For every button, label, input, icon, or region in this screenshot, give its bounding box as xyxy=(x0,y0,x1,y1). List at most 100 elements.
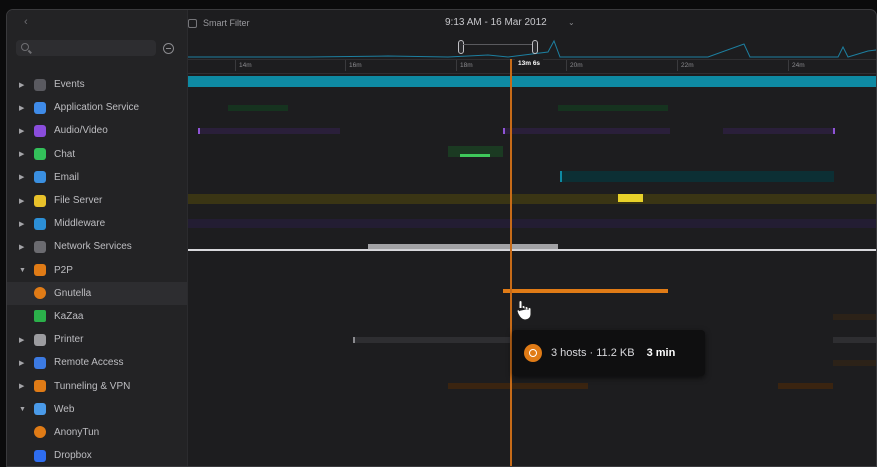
disclosure-arrow-icon[interactable]: ▶ xyxy=(19,336,29,344)
disclosure-arrow-icon[interactable]: ▶ xyxy=(19,104,29,112)
activity-bar[interactable] xyxy=(448,383,588,390)
smart-filter-toggle[interactable]: Smart Filter xyxy=(188,18,250,28)
sidebar-item-email[interactable]: ▶ Email xyxy=(7,166,187,189)
sidebar-item-label: Tunneling & VPN xyxy=(54,380,131,392)
disclosure-arrow-icon[interactable]: ▶ xyxy=(19,127,29,135)
disclosure-arrow-icon[interactable]: ▶ xyxy=(19,173,29,181)
sidebar-item-anonytun[interactable]: AnonyTun xyxy=(7,421,187,444)
disclosure-arrow-icon[interactable]: ▶ xyxy=(19,197,29,205)
sidebar-item-events[interactable]: ▶ Events xyxy=(7,73,187,96)
sidebar-item-application-service[interactable]: ▶ Application Service xyxy=(7,96,187,119)
lane-middleware[interactable] xyxy=(188,212,876,235)
sidebar-item-p2p[interactable]: ▼ P2P xyxy=(7,259,187,282)
activity-bar[interactable] xyxy=(188,76,876,87)
activity-bar[interactable] xyxy=(368,244,558,251)
disclosure-arrow-icon[interactable]: ▶ xyxy=(19,359,29,367)
sidebar-item-label: AnonyTun xyxy=(54,426,100,438)
activity-bar[interactable] xyxy=(460,153,490,157)
lane-network-services[interactable] xyxy=(188,235,876,258)
lane-chat[interactable] xyxy=(188,143,876,166)
category-tree: ▶ Events ▶ Application Service ▶ Audio/V… xyxy=(7,73,187,466)
smart-filter-checkbox[interactable] xyxy=(188,18,197,28)
search-input[interactable] xyxy=(16,40,156,56)
ruler-tick: 14m xyxy=(235,60,252,71)
disclosure-arrow-down-icon[interactable]: ▼ xyxy=(19,267,29,274)
lane-tunneling-vpn[interactable] xyxy=(188,374,876,397)
chat-icon xyxy=(34,148,46,161)
activity-bar[interactable] xyxy=(723,128,835,135)
back-icon[interactable]: ‹ xyxy=(24,16,28,28)
sidebar-item-label: Application Service xyxy=(54,102,140,114)
disclosure-arrow-icon[interactable]: ▶ xyxy=(19,220,29,228)
mouse-pointer-icon xyxy=(516,300,532,321)
events-icon xyxy=(34,78,46,91)
range-handle-right[interactable] xyxy=(532,40,538,54)
lane-file-server[interactable] xyxy=(188,189,876,212)
activity-bar[interactable] xyxy=(353,337,520,344)
sidebar-item-chat[interactable]: ▶ Chat xyxy=(7,143,187,166)
disclosure-arrow-icon[interactable]: ▶ xyxy=(19,382,29,390)
tunneling-vpn-icon xyxy=(34,380,46,393)
sidebar-item-label: File Server xyxy=(54,195,103,207)
kazaa-icon xyxy=(34,310,46,323)
activity-bar[interactable] xyxy=(188,219,876,229)
lane-application-service[interactable] xyxy=(188,96,876,119)
sidebar-item-tunneling-vpn[interactable]: ▶ Tunneling & VPN xyxy=(7,374,187,397)
activity-bar[interactable] xyxy=(833,313,876,320)
timeline-panel: Smart Filter 9:13 AM - 16 Mar 2012 ⌄ 14m… xyxy=(188,10,876,466)
disclosure-arrow-icon[interactable]: ▶ xyxy=(19,243,29,251)
sidebar-item-web[interactable]: ▼ Web xyxy=(7,398,187,421)
activity-bar[interactable] xyxy=(560,170,834,182)
activity-bar[interactable] xyxy=(778,383,833,390)
disclosure-arrow-icon[interactable]: ▶ xyxy=(19,81,29,89)
dropbox-icon xyxy=(34,449,46,462)
sidebar-item-printer[interactable]: ▶ Printer xyxy=(7,328,187,351)
lane-kazaa[interactable] xyxy=(188,305,876,328)
sidebar-item-remote-access[interactable]: ▶ Remote Access xyxy=(7,351,187,374)
activity-bar[interactable] xyxy=(833,360,876,367)
tooltip-summary: 3 hosts · 11.2 KB xyxy=(551,347,635,359)
cursor-time-label: 13m 6s xyxy=(515,59,544,68)
activity-bar[interactable] xyxy=(188,193,876,204)
sidebar-item-file-server[interactable]: ▶ File Server xyxy=(7,189,187,212)
disclosure-arrow-down-icon[interactable]: ▼ xyxy=(19,406,29,413)
web-icon xyxy=(34,403,46,416)
lane-p2p[interactable] xyxy=(188,259,876,282)
activity-bar[interactable] xyxy=(198,128,340,135)
sidebar-item-label: Middleware xyxy=(54,218,106,230)
chevron-down-icon[interactable]: ⌄ xyxy=(568,18,575,27)
activity-bar[interactable] xyxy=(503,288,668,293)
activity-bar[interactable] xyxy=(503,128,670,135)
hover-tooltip: 3 hosts · 11.2 KB 3 min xyxy=(512,330,705,376)
disclosure-arrow-icon[interactable]: ▶ xyxy=(19,150,29,158)
sidebar-item-network-services[interactable]: ▶ Network Services xyxy=(7,235,187,258)
sidebar-item-gnutella[interactable]: Gnutella xyxy=(7,281,187,305)
activity-bar[interactable] xyxy=(228,105,288,112)
sidebar-item-audio-video[interactable]: ▶ Audio/Video xyxy=(7,119,187,142)
lane-events[interactable] xyxy=(188,73,876,96)
lane-email[interactable] xyxy=(188,166,876,189)
playhead-line[interactable] xyxy=(510,59,512,466)
lane-anonytun[interactable] xyxy=(188,421,876,444)
lane-dropbox[interactable] xyxy=(188,444,876,466)
lane-web[interactable] xyxy=(188,398,876,421)
app-window: ‹ ▶ Events ▶ Application Service ▶ Audio… xyxy=(6,9,877,467)
range-handle-left[interactable] xyxy=(458,40,464,54)
lane-gnutella[interactable] xyxy=(188,282,876,305)
network-services-icon xyxy=(34,240,46,253)
sidebar-item-dropbox[interactable]: Dropbox xyxy=(7,444,187,466)
activity-bar[interactable] xyxy=(618,193,643,202)
activity-bar[interactable] xyxy=(558,105,668,112)
sidebar-item-label: Gnutella xyxy=(54,287,92,299)
sidebar-item-kazaa[interactable]: KaZaa xyxy=(7,305,187,328)
sidebar-item-middleware[interactable]: ▶ Middleware xyxy=(7,212,187,235)
sidebar-item-label: KaZaa xyxy=(54,310,84,322)
date-title[interactable]: 9:13 AM - 16 Mar 2012 xyxy=(445,17,547,28)
lane-audio-video[interactable] xyxy=(188,119,876,142)
sidebar-item-label: Events xyxy=(54,79,85,91)
activity-bar[interactable] xyxy=(833,337,876,344)
p2p-icon xyxy=(34,264,46,277)
filter-icon[interactable] xyxy=(163,43,174,54)
middleware-icon xyxy=(34,217,46,230)
range-selection[interactable] xyxy=(463,44,532,45)
